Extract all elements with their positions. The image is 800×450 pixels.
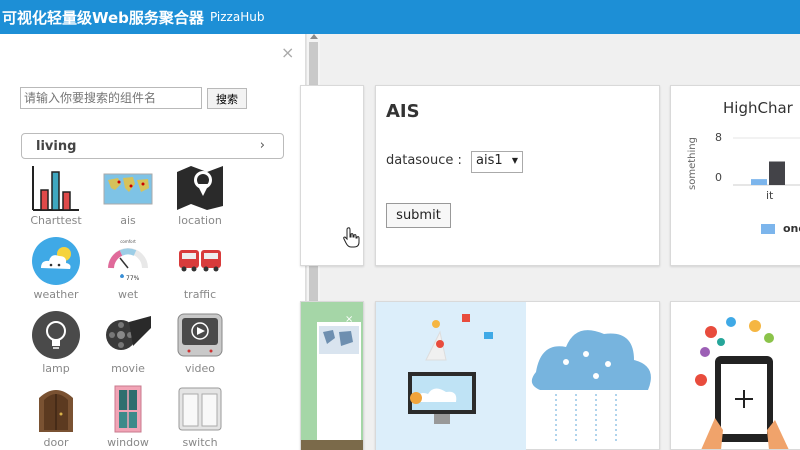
chart-legend[interactable]: one (761, 222, 800, 235)
widget-label: movie (111, 362, 145, 375)
gauge-value: 77% (126, 275, 140, 282)
submit-button[interactable]: submit (386, 203, 451, 228)
film-reel-icon (106, 316, 151, 350)
widget-lamp[interactable]: lamp (20, 308, 92, 380)
component-search-input[interactable] (20, 87, 202, 109)
widget-location[interactable]: location (164, 160, 236, 232)
chevron-right-icon: › (259, 138, 265, 153)
ais-card-title: AIS (386, 101, 420, 122)
widget-charttest[interactable]: Charttest (20, 160, 92, 232)
card-highchart[interactable]: HighChar something 8 0 it one (670, 85, 800, 266)
window-icon (114, 385, 142, 433)
widget-door[interactable]: door (20, 382, 92, 450)
widget-label: ais (120, 214, 136, 227)
hand-cursor-icon (343, 227, 360, 248)
legend-swatch (761, 223, 775, 234)
category-label: living (36, 138, 77, 154)
card-map-preview[interactable]: × (300, 301, 364, 450)
widget-label: door (43, 436, 69, 449)
widget-label: weather (33, 288, 79, 301)
widget-wet[interactable]: comfort 77% wet (92, 234, 164, 306)
app-subtitle: PizzaHub (209, 10, 265, 24)
chart-bar[interactable] (751, 179, 767, 185)
cloud-illustration-image (376, 302, 651, 450)
app-header: 可视化轻量级Web服务聚合器 PizzaHub (0, 0, 800, 34)
widget-grid: Charttest ais location weather comfort 7… (20, 160, 230, 450)
scroll-up-arrow-icon[interactable] (310, 34, 318, 39)
app-illustration-image (695, 317, 789, 449)
bar-chart-icon (32, 166, 79, 211)
widget-label: wet (117, 288, 139, 301)
legend-label: one (783, 222, 800, 235)
search-button[interactable]: 搜索 (207, 88, 247, 109)
widget-switch[interactable]: switch (164, 382, 236, 450)
widget-traffic[interactable]: traffic (164, 234, 236, 306)
map-close-icon: × (345, 314, 353, 325)
widget-window[interactable]: window (92, 382, 164, 450)
card-ais[interactable]: AIS datasouce : ais1 ▼ submit (375, 85, 660, 266)
widget-label: location (178, 214, 222, 227)
lightbulb-icon (32, 311, 80, 359)
widget-ais[interactable]: ais (92, 160, 164, 232)
widget-weather[interactable]: weather (20, 234, 92, 306)
widget-label: Charttest (30, 214, 82, 227)
app-title: 可视化轻量级Web服务聚合器 (2, 8, 204, 27)
cloud-sun-icon (32, 237, 80, 285)
buses-icon (179, 250, 221, 272)
tv-play-icon (177, 313, 223, 357)
widget-label: traffic (183, 288, 217, 301)
world-map-icon (103, 173, 153, 205)
widget-video[interactable]: video (164, 308, 236, 380)
category-dropdown[interactable]: living › (21, 133, 284, 159)
datasource-select[interactable]: ais1 ▼ (471, 151, 523, 173)
widget-movie[interactable]: movie (92, 308, 164, 380)
map-pin-icon (177, 166, 223, 210)
gauge-icon: comfort 77% (108, 239, 148, 282)
datasource-value: ais1 (476, 153, 503, 168)
door-icon (39, 390, 73, 432)
widget-label: video (184, 362, 216, 375)
chart-bar[interactable] (769, 161, 785, 186)
chart-plot (733, 137, 800, 186)
card-app-illustration[interactable] (670, 301, 800, 450)
dropdown-arrow-icon: ▼ (511, 156, 518, 165)
close-sidebar-icon[interactable]: × (281, 43, 294, 62)
widget-label: switch (182, 436, 218, 449)
map-preview-image: × (301, 302, 363, 450)
datasource-label: datasouce : (386, 153, 462, 168)
switch-icon (178, 387, 222, 431)
gauge-top-label: comfort (120, 239, 136, 244)
widget-label: lamp (42, 362, 70, 375)
card-cloud-illustration[interactable] (375, 301, 660, 450)
widget-label: window (107, 436, 149, 449)
